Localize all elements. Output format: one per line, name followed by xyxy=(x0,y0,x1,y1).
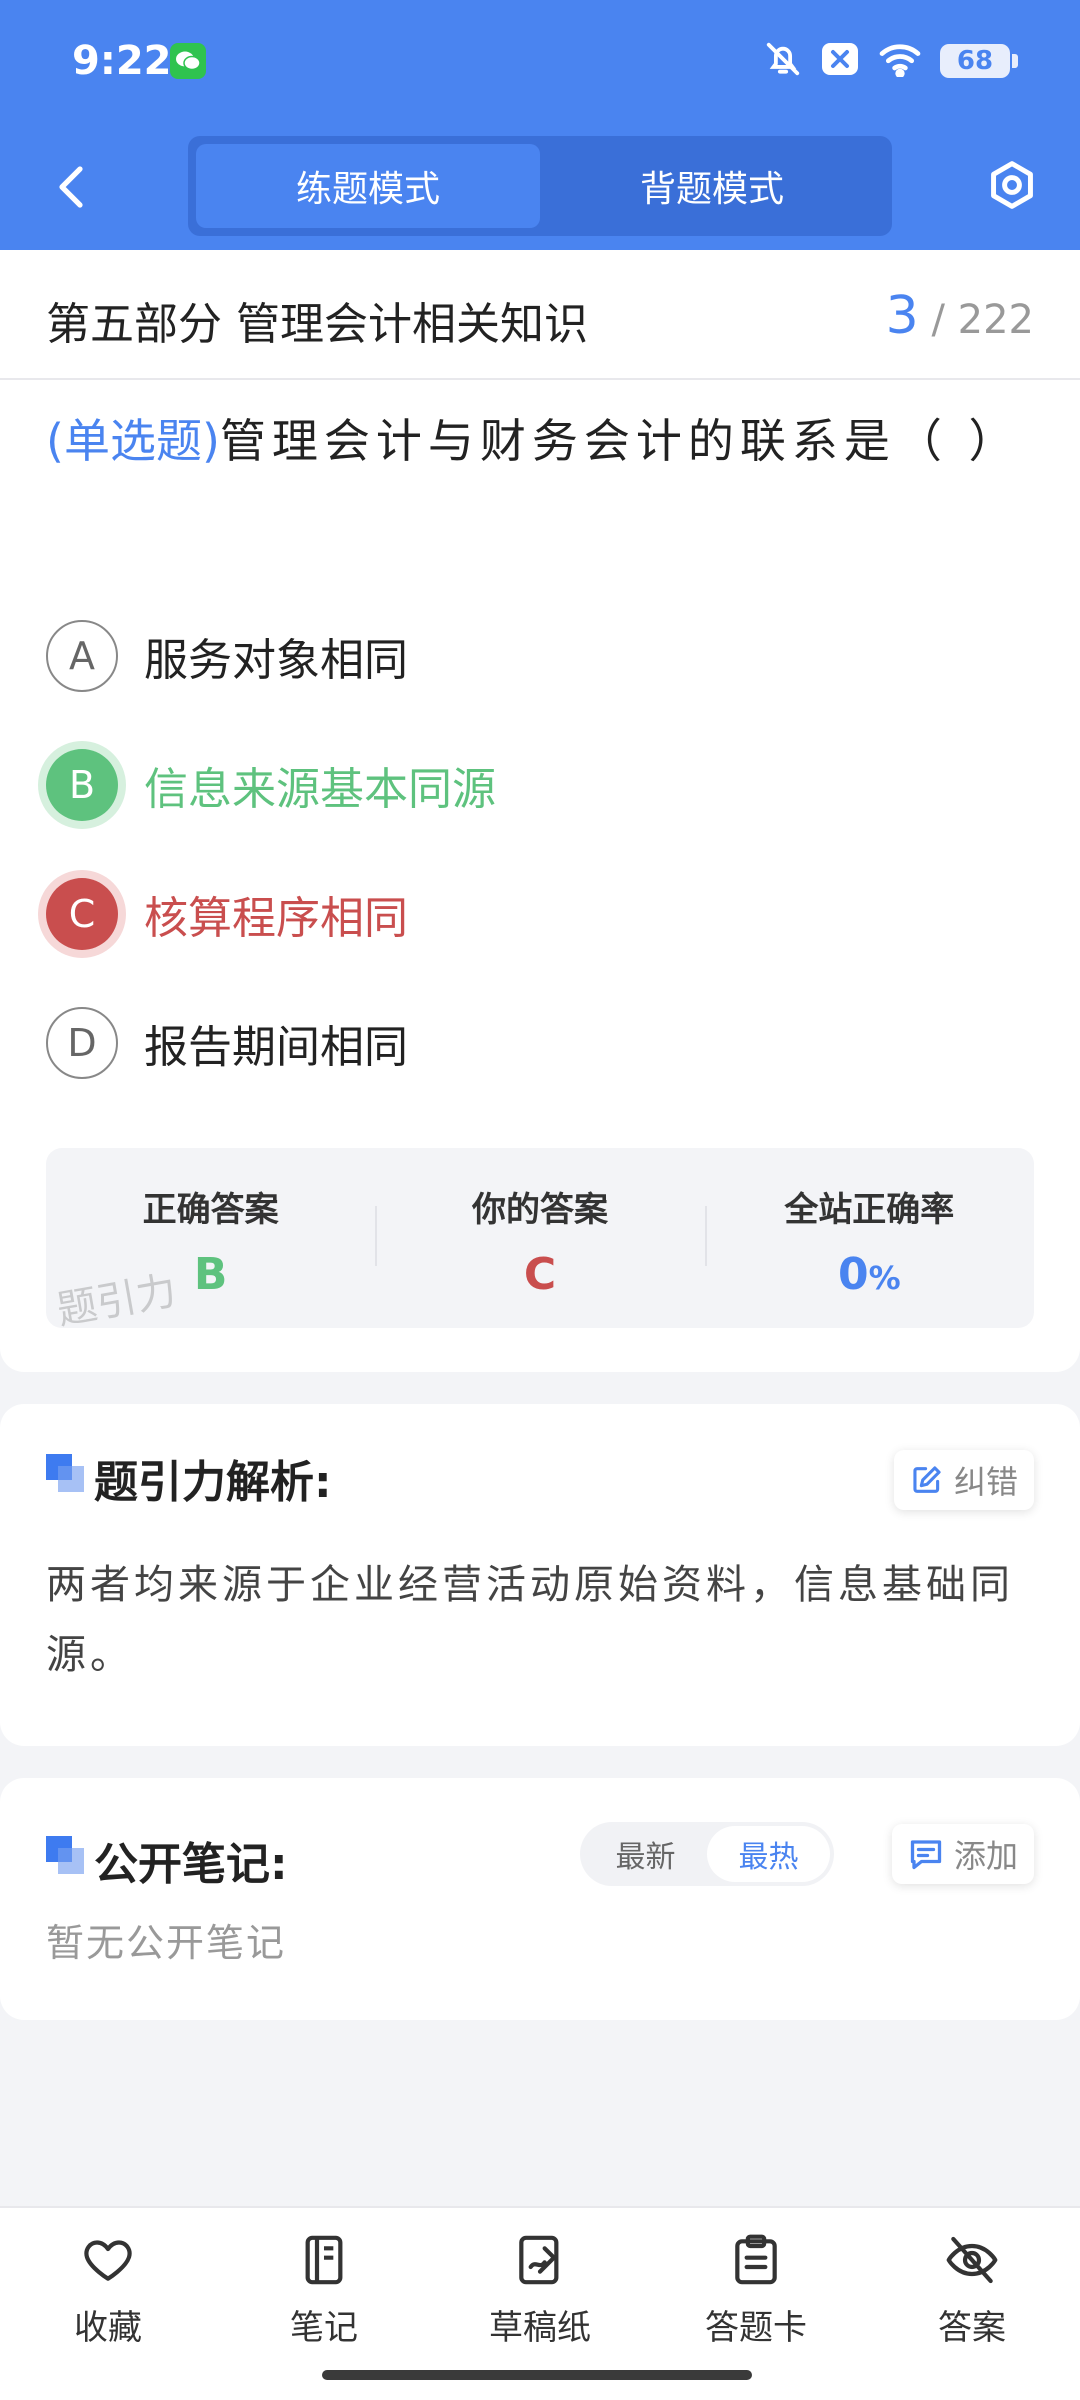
accuracy-number: 0 xyxy=(837,1249,869,1300)
status-bar: 9:22 68 xyxy=(0,0,1080,125)
option-text: 报告期间相同 xyxy=(144,1022,408,1073)
option-letter: D xyxy=(46,1007,118,1079)
notes-label: 笔记 xyxy=(290,2308,358,2348)
tab-practice-mode[interactable]: 练题模式 xyxy=(196,144,540,228)
add-note-label: 添加 xyxy=(953,1837,1018,1875)
your-answer-label: 你的答案 xyxy=(471,1190,608,1230)
your-answer-col: 你的答案 C xyxy=(375,1148,704,1328)
progress-total: / 222 xyxy=(931,297,1034,343)
draft-paper-button[interactable]: 草稿纸 xyxy=(460,2232,620,2349)
notes-button[interactable]: 笔记 xyxy=(244,2232,404,2349)
settings-button[interactable] xyxy=(980,153,1044,217)
bell-off-icon xyxy=(764,40,802,82)
back-button[interactable] xyxy=(40,157,100,217)
sort-hottest[interactable]: 最热 xyxy=(707,1826,830,1882)
accuracy-col: 全站正确率 0% xyxy=(704,1148,1034,1328)
question-card: 第五部分 管理会计相关知识 3 / 222 (单选题)管理会计与财务会计的联系是… xyxy=(0,250,1080,1372)
accuracy-value: 0% xyxy=(838,1249,901,1300)
section-header: 第五部分 管理会计相关知识 3 / 222 xyxy=(0,250,1080,380)
sort-latest[interactable]: 最新 xyxy=(584,1826,707,1882)
accuracy-unit: % xyxy=(868,1259,901,1297)
battery-icon: 68 xyxy=(940,44,1018,78)
draft-paper-icon xyxy=(519,2235,559,2285)
accuracy-label: 全站正确率 xyxy=(784,1190,955,1230)
answer-sheet-label: 答题卡 xyxy=(705,2308,807,2348)
draft-paper-label: 草稿纸 xyxy=(489,2308,591,2348)
analysis-text: 两者均来源于企业经营活动原始资料，信息基础同源。 xyxy=(46,1562,1014,1678)
chevron-left-icon xyxy=(59,166,83,208)
option-text: 服务对象相同 xyxy=(144,635,408,686)
correct-answer-col: 正确答案 B 题引力 xyxy=(46,1148,375,1334)
option-d[interactable]: D 报告期间相同 xyxy=(46,1003,408,1083)
report-error-label: 纠错 xyxy=(953,1463,1018,1501)
tab-memorize-mode[interactable]: 背题模式 xyxy=(540,144,884,228)
close-badge-icon xyxy=(820,41,860,81)
option-letter: A xyxy=(46,620,118,692)
favorite-button[interactable]: 收藏 xyxy=(28,2232,188,2349)
option-c[interactable]: C 核算程序相同 xyxy=(46,874,408,954)
your-answer-value: C xyxy=(523,1249,557,1300)
option-b[interactable]: B 信息来源基本同源 xyxy=(46,745,496,825)
section-marker-icon xyxy=(46,1836,84,1874)
question-body: 管理会计与财务会计的联系是（ ） xyxy=(219,414,1021,468)
correct-answer-value: B xyxy=(193,1249,228,1300)
option-text: 核算程序相同 xyxy=(144,893,408,944)
correct-answer-label: 正确答案 xyxy=(142,1190,279,1230)
section-marker-icon xyxy=(46,1454,84,1492)
gear-icon xyxy=(991,161,1033,209)
public-notes-card: 公开笔记: 最新 最热 添加 暂无公开笔记 xyxy=(0,1778,1080,2020)
answer-sheet-button[interactable]: 答题卡 xyxy=(676,2232,836,2349)
app-header: 9:22 68 练题模式 背题模式 xyxy=(0,0,1080,250)
option-a[interactable]: A 服务对象相同 xyxy=(46,616,408,696)
show-answer-button[interactable]: 答案 xyxy=(892,2232,1052,2349)
analysis-title: 题引力解析: xyxy=(94,1457,332,1508)
answer-summary: 正确答案 B 题引力 你的答案 C 全站正确率 0% xyxy=(46,1148,1034,1334)
eye-off-icon xyxy=(946,2236,998,2284)
add-note-button[interactable]: 添加 xyxy=(891,1824,1034,1884)
favorite-label: 收藏 xyxy=(74,2308,142,2348)
wechat-icon xyxy=(170,43,206,79)
heart-icon xyxy=(84,2240,132,2281)
notes-sort-toggle: 最新 最热 xyxy=(580,1822,834,1886)
mode-tabs: 练题模式 背题模式 xyxy=(188,136,892,236)
edit-icon xyxy=(913,1466,941,1493)
status-icons: 68 xyxy=(764,40,1018,82)
question-progress: 3 / 222 xyxy=(886,286,1034,346)
analysis-card: 题引力解析: 纠错 两者均来源于企业经营活动原始资料，信息基础同源。 xyxy=(0,1404,1080,1746)
question-type: (单选题) xyxy=(46,414,220,468)
notes-empty-text: 暂无公开笔记 xyxy=(46,1921,287,1965)
option-letter: B xyxy=(46,749,118,821)
option-text: 信息来源基本同源 xyxy=(144,764,496,815)
show-answer-label: 答案 xyxy=(938,2308,1006,2348)
section-title: 第五部分 管理会计相关知识 xyxy=(46,299,588,350)
watermark: 题引力 xyxy=(53,1267,180,1335)
comment-icon xyxy=(910,1840,942,1870)
nav-bar: 练题模式 背题模式 xyxy=(0,125,1080,250)
wifi-icon xyxy=(878,41,922,81)
option-letter: C xyxy=(46,878,118,950)
answer-sheet-icon xyxy=(735,2234,777,2285)
home-indicator[interactable] xyxy=(322,2370,752,2380)
notebook-icon xyxy=(305,2235,343,2285)
status-time: 9:22 xyxy=(72,38,172,84)
question-text: (单选题)管理会计与财务会计的联系是（ ） xyxy=(46,400,1036,482)
report-error-button[interactable]: 纠错 xyxy=(893,1450,1034,1510)
notes-title: 公开笔记: xyxy=(94,1839,288,1890)
progress-current: 3 xyxy=(885,286,919,346)
